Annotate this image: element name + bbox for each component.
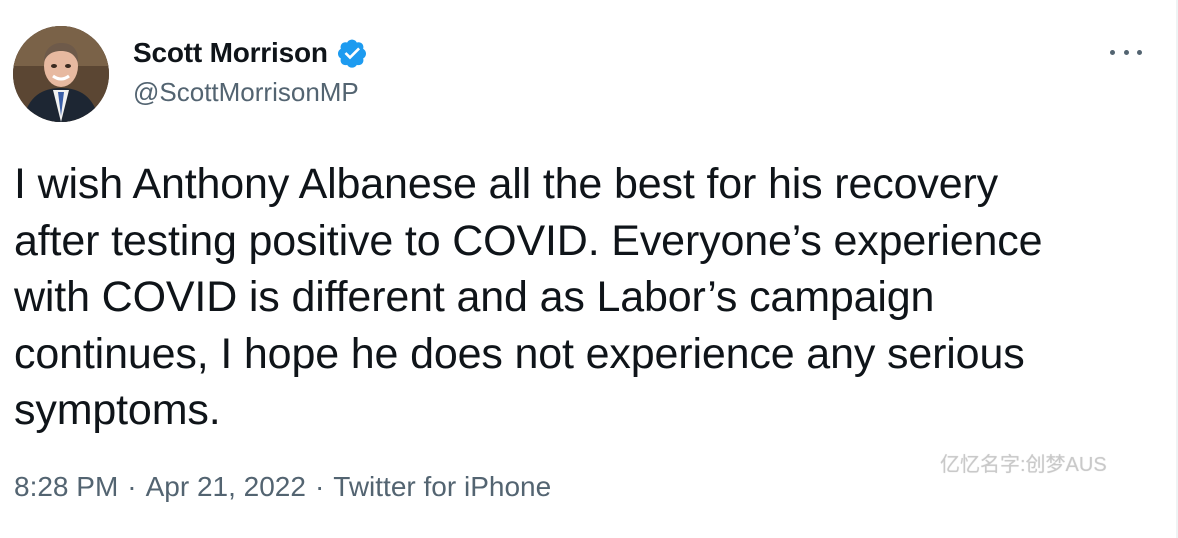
tweet-card: Scott Morrison @ScottMorrisonMP I wish A…	[0, 0, 1178, 538]
more-options-icon[interactable]	[1110, 40, 1142, 64]
author-avatar[interactable]	[13, 26, 109, 122]
avatar-photo-icon	[13, 26, 109, 122]
tweet-time[interactable]: 8:28 PM	[14, 469, 118, 505]
tweet-date[interactable]: Apr 21, 2022	[146, 469, 306, 505]
meta-separator: ·	[127, 471, 137, 502]
meta-separator: ·	[314, 471, 325, 502]
more-dot-icon	[1110, 49, 1115, 55]
tweet-metadata: 8:28 PM · Apr 21, 2022 · Twitter for iPh…	[14, 469, 551, 505]
more-dot-icon	[1137, 49, 1142, 55]
tweet-source[interactable]: Twitter for iPhone	[333, 469, 551, 505]
tweet-text: I wish Anthony Albanese all the best for…	[14, 160, 1043, 434]
more-dot-icon	[1123, 49, 1129, 55]
author-name-row: Scott Morrison	[133, 36, 368, 70]
author-handle[interactable]: @ScottMorrisonMP	[133, 76, 359, 108]
author-display-name[interactable]: Scott Morrison	[133, 36, 328, 70]
image-watermark: 亿忆名字:创梦AUS	[940, 454, 1107, 476]
verified-badge-icon	[336, 37, 368, 69]
